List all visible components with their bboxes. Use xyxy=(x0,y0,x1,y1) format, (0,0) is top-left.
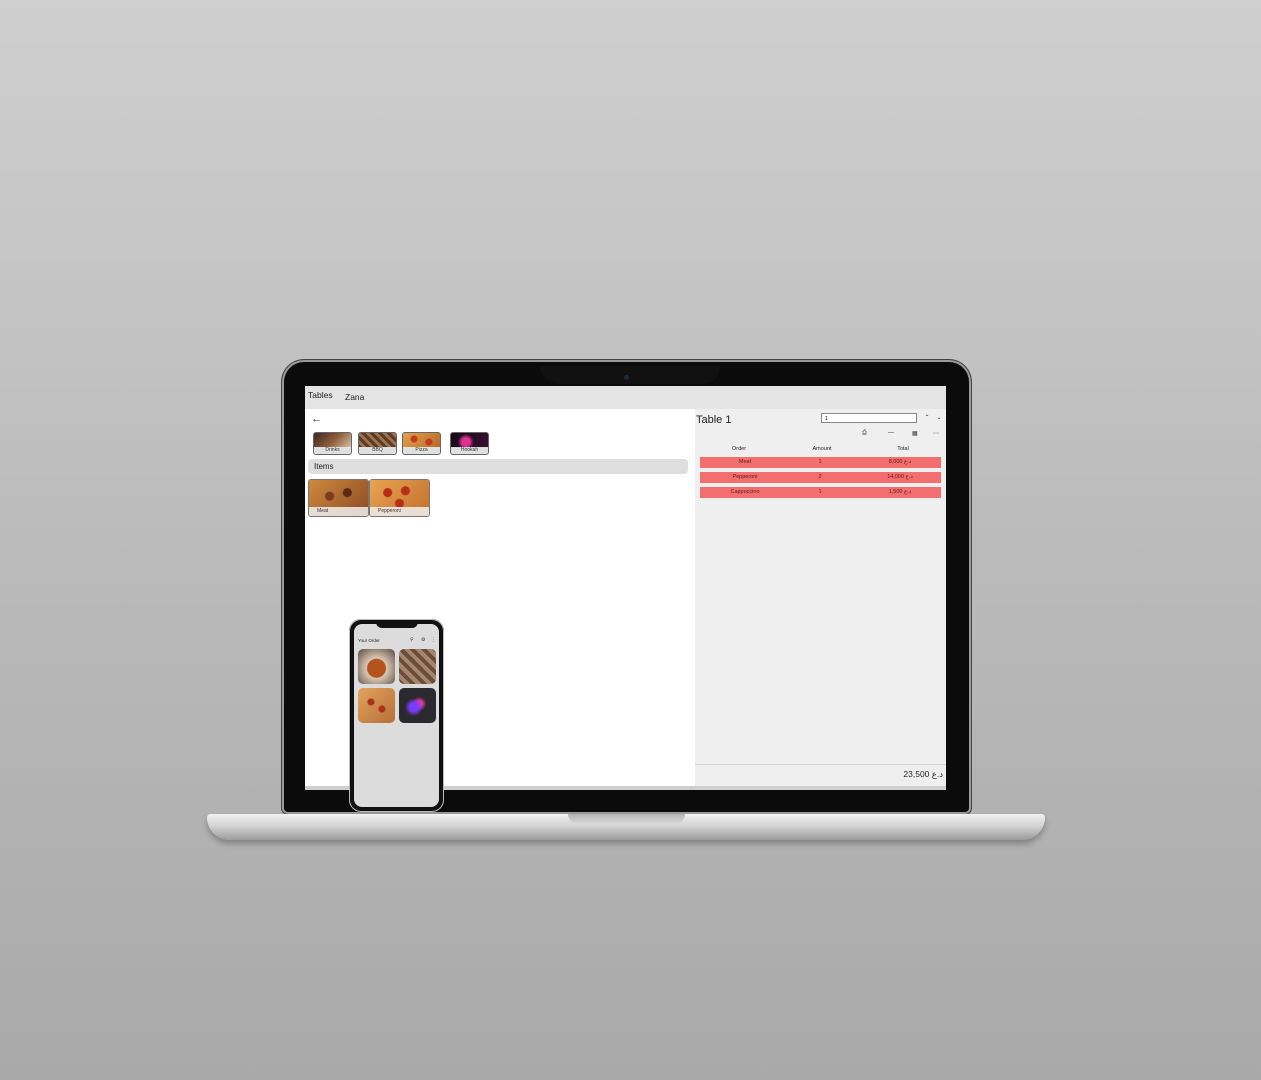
print-icon[interactable]: ⎙ xyxy=(862,430,867,437)
total-cell: 14,000 د.ع xyxy=(887,474,913,480)
phone-tile-pizza[interactable] xyxy=(358,688,395,723)
laptop-camera-housing xyxy=(540,366,720,384)
search-icon[interactable]: ⚲ xyxy=(410,637,414,643)
pizza-image xyxy=(403,433,440,448)
total-cell: 8,000 د.ع xyxy=(888,459,912,465)
chevron-down-icon[interactable]: ⌄ xyxy=(934,413,944,423)
amount-cell: 2 xyxy=(818,474,822,480)
item-label: Pepperoni xyxy=(370,507,429,516)
phone-title: Your Order xyxy=(358,638,380,643)
camera-icon xyxy=(624,375,629,380)
order-cell: Cappuccino xyxy=(730,489,760,495)
table-number-input[interactable]: 1 xyxy=(821,413,917,423)
hookah-image xyxy=(451,433,488,448)
item-label: Meat xyxy=(309,507,368,516)
total-cell: 1,500 د.ع xyxy=(888,489,912,495)
amount-cell: 1 xyxy=(818,489,822,495)
phone-notch xyxy=(376,621,418,628)
order-panel: Table 1 1 ⌃ ⌄ ⎙ — ▦ ⋯ Order Amount Total… xyxy=(695,409,946,786)
category-hookah[interactable]: Hookah xyxy=(450,432,489,455)
minus-icon[interactable]: — xyxy=(888,430,894,436)
category-label: Drinks xyxy=(314,447,351,454)
category-label: Pizza xyxy=(403,447,440,454)
amount-cell: 1 xyxy=(818,459,822,465)
order-row[interactable]: Meat 1 8,000 د.ع xyxy=(700,457,941,468)
grand-total: 23,500 د.ع xyxy=(903,769,943,779)
category-drinks[interactable]: Drinks xyxy=(313,432,352,455)
laptop-base-notch xyxy=(568,814,685,824)
chevron-up-icon[interactable]: ⌃ xyxy=(922,413,932,423)
category-pizza[interactable]: Pizza xyxy=(402,432,441,455)
back-arrow-icon[interactable]: ← xyxy=(311,413,322,425)
nav-tab-zana[interactable]: Zana xyxy=(345,392,364,402)
gear-icon[interactable]: ⚙ xyxy=(421,637,425,643)
top-nav-bar: Tables Zana xyxy=(305,386,946,409)
more-vertical-icon[interactable]: ⋮ xyxy=(431,637,436,643)
category-label: Hookah xyxy=(451,447,488,454)
table-title: Table 1 xyxy=(696,414,732,426)
order-cell: Pepperoni xyxy=(732,474,758,480)
phone-app-screen: Your Order ⚲ ⚙ ⋮ xyxy=(354,624,439,807)
item-card-meat[interactable]: Meat xyxy=(308,479,369,517)
category-bbq[interactable]: BBQ xyxy=(358,432,397,455)
phone-tile-drinks[interactable] xyxy=(358,649,395,684)
order-cell: Meat xyxy=(738,459,752,465)
order-row[interactable]: Pepperoni 2 14,000 د.ع xyxy=(700,472,941,483)
grand-total-bar: 23,500 د.ع xyxy=(695,764,946,786)
item-card-pepperoni[interactable]: Pepperoni xyxy=(369,479,430,517)
items-section-header: Items xyxy=(308,459,688,474)
delete-icon[interactable]: ▦ xyxy=(912,430,918,437)
column-header-total: Total xyxy=(897,446,909,452)
order-row[interactable]: Cappuccino 1 1,500 د.ع xyxy=(700,487,941,498)
phone-tile-bbq[interactable] xyxy=(399,649,436,684)
drinks-image xyxy=(314,433,351,448)
nav-tab-tables[interactable]: Tables xyxy=(308,390,333,400)
more-icon[interactable]: ⋯ xyxy=(933,430,939,437)
phone-tile-hookah[interactable] xyxy=(399,688,436,723)
column-header-amount: Amount xyxy=(812,446,832,452)
column-header-order: Order xyxy=(731,446,747,452)
items-section-title: Items xyxy=(314,462,334,471)
category-label: BBQ xyxy=(359,447,396,454)
bbq-image xyxy=(359,433,396,448)
